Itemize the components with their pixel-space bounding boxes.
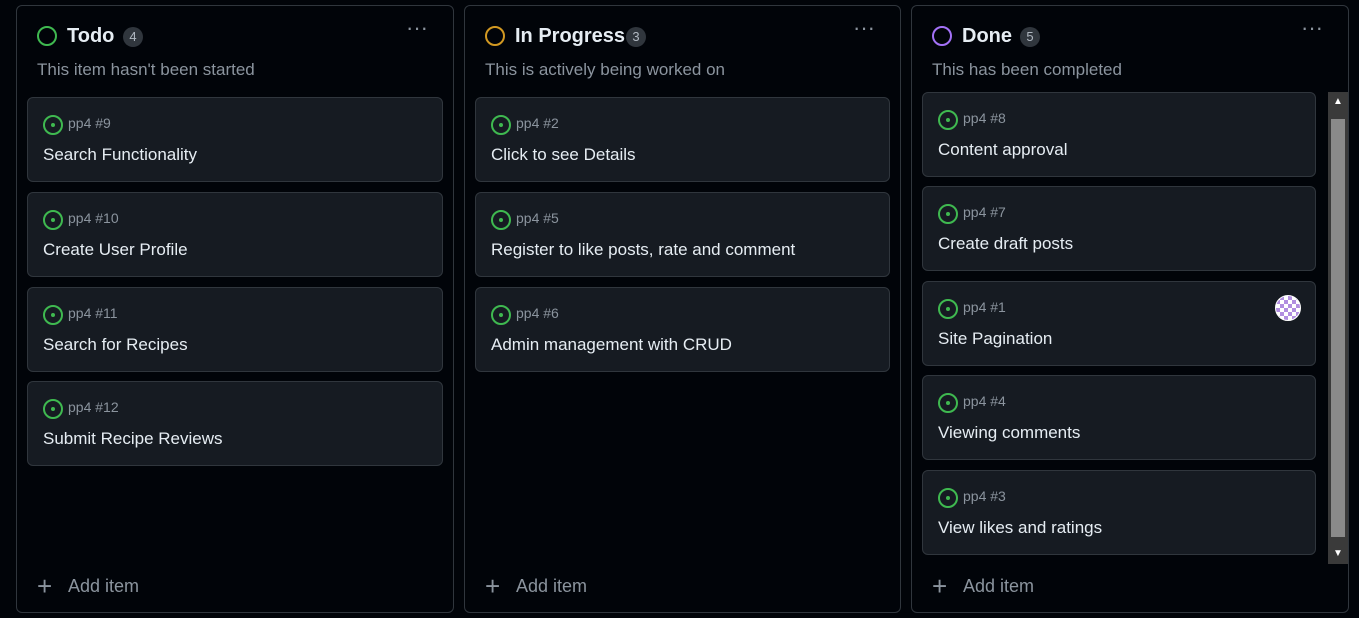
column-in-progress: In Progress 3 ··· This is actively being… xyxy=(464,5,901,613)
issue-open-icon xyxy=(491,210,511,230)
issue-reference[interactable]: pp4 #1 xyxy=(963,299,1006,315)
column-header: Done 5 ··· xyxy=(932,17,1328,50)
card-title[interactable]: Site Pagination xyxy=(938,329,1052,349)
status-circle-icon xyxy=(485,26,505,46)
column-menu-icon[interactable]: ··· xyxy=(1298,17,1326,44)
add-item-label: Add item xyxy=(68,576,140,596)
issue-card[interactable]: pp4 #6 Admin management with CRUD xyxy=(475,287,890,372)
issue-open-icon xyxy=(43,210,63,230)
card-title[interactable]: Submit Recipe Reviews xyxy=(43,429,223,449)
status-circle-icon xyxy=(932,26,952,46)
card-title[interactable]: Admin management with CRUD xyxy=(491,335,732,355)
project-board: Todo 4 ··· This item hasn't been started… xyxy=(0,0,1359,618)
issue-reference[interactable]: pp4 #4 xyxy=(963,393,1006,409)
issue-card[interactable]: pp4 #9 Search Functionality xyxy=(27,97,443,182)
card-title[interactable]: Click to see Details xyxy=(491,145,636,165)
scrollbar-thumb[interactable] xyxy=(1331,119,1345,537)
column-title: In Progress xyxy=(515,25,626,47)
issue-open-icon xyxy=(43,399,63,419)
plus-icon: + xyxy=(37,571,53,601)
column-header: In Progress 3 ··· xyxy=(485,17,880,50)
card-title[interactable]: Viewing comments xyxy=(938,423,1080,443)
column-header: Todo 4 ··· xyxy=(37,17,433,50)
issue-card[interactable]: pp4 #1 Site Pagination xyxy=(922,281,1316,366)
add-item-label: Add item xyxy=(963,576,1035,596)
column-title: Done xyxy=(962,25,1012,47)
card-title[interactable]: Content approval xyxy=(938,140,1067,160)
column-title: Todo xyxy=(67,25,115,47)
card-title[interactable]: Search Functionality xyxy=(43,145,197,165)
column-menu-icon[interactable]: ··· xyxy=(850,17,878,44)
card-title[interactable]: Register to like posts, rate and comment xyxy=(491,240,795,260)
assignee-avatar[interactable] xyxy=(1275,295,1301,321)
issue-card[interactable]: pp4 #12 Submit Recipe Reviews xyxy=(27,381,443,466)
item-count-badge: 4 xyxy=(123,27,143,47)
issue-reference[interactable]: pp4 #11 xyxy=(68,305,118,321)
issue-open-icon xyxy=(43,305,63,325)
column-menu-icon[interactable]: ··· xyxy=(403,17,431,44)
issue-reference[interactable]: pp4 #7 xyxy=(963,204,1006,220)
issue-open-icon xyxy=(938,488,958,508)
arrow-up-icon[interactable]: ▲ xyxy=(1328,92,1348,112)
status-circle-icon xyxy=(37,26,57,46)
issue-open-icon xyxy=(491,115,511,135)
issue-open-icon xyxy=(491,305,511,325)
issue-reference[interactable]: pp4 #3 xyxy=(963,488,1006,504)
issue-card[interactable]: pp4 #7 Create draft posts xyxy=(922,186,1316,271)
card-title[interactable]: View likes and ratings xyxy=(938,518,1102,538)
item-count-badge: 5 xyxy=(1020,27,1040,47)
issue-reference[interactable]: pp4 #12 xyxy=(68,399,119,415)
issue-open-icon xyxy=(938,299,958,319)
plus-icon: + xyxy=(932,571,948,601)
card-title[interactable]: Create draft posts xyxy=(938,234,1073,254)
column-description: This is actively being worked on xyxy=(485,60,726,79)
vertical-scrollbar[interactable]: ▲ ▼ xyxy=(1328,92,1348,564)
column-description: This has been completed xyxy=(932,60,1122,79)
issue-reference[interactable]: pp4 #2 xyxy=(516,115,559,131)
issue-reference[interactable]: pp4 #5 xyxy=(516,210,559,226)
issue-open-icon xyxy=(938,204,958,224)
issue-reference[interactable]: pp4 #8 xyxy=(963,110,1006,126)
issue-reference[interactable]: pp4 #10 xyxy=(68,210,119,226)
issue-card[interactable]: pp4 #10 Create User Profile xyxy=(27,192,443,277)
issue-card[interactable]: pp4 #5 Register to like posts, rate and … xyxy=(475,192,890,277)
issue-open-icon xyxy=(43,115,63,135)
card-title[interactable]: Create User Profile xyxy=(43,240,188,260)
issue-card[interactable]: pp4 #4 Viewing comments xyxy=(922,375,1316,460)
issue-card[interactable]: pp4 #8 Content approval xyxy=(922,92,1316,177)
issue-card[interactable]: pp4 #3 View likes and ratings xyxy=(922,470,1316,555)
issue-card[interactable]: pp4 #11 Search for Recipes xyxy=(27,287,443,372)
column-description: This item hasn't been started xyxy=(37,60,255,79)
plus-icon: + xyxy=(485,571,501,601)
issue-reference[interactable]: pp4 #6 xyxy=(516,305,559,321)
issue-open-icon xyxy=(938,110,958,130)
column-todo: Todo 4 ··· This item hasn't been started… xyxy=(16,5,454,613)
card-title[interactable]: Search for Recipes xyxy=(43,335,188,355)
issue-card[interactable]: pp4 #2 Click to see Details xyxy=(475,97,890,182)
add-item-label: Add item xyxy=(516,576,588,596)
arrow-down-icon[interactable]: ▼ xyxy=(1328,544,1348,564)
item-count-badge: 3 xyxy=(626,27,646,47)
issue-reference[interactable]: pp4 #9 xyxy=(68,115,111,131)
issue-open-icon xyxy=(938,393,958,413)
column-done: Done 5 ··· This has been completed pp4 #… xyxy=(911,5,1349,613)
